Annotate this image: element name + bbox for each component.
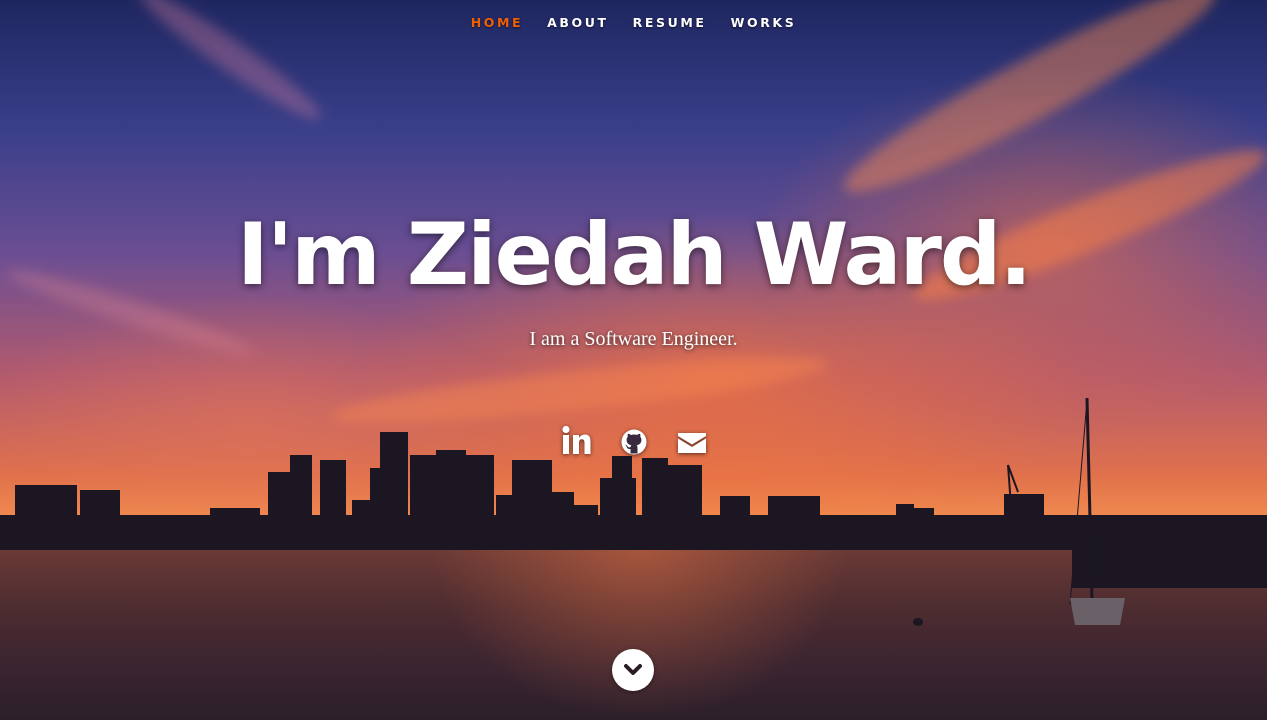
city-skyline (0, 397, 1267, 626)
email-link[interactable] (677, 425, 707, 459)
nav-item-home[interactable]: HOME (459, 0, 535, 46)
nav-item-works[interactable]: WORKS (719, 0, 809, 46)
banner-subtitle: I am a Software Engineer. (529, 328, 738, 350)
linkedin-icon (561, 425, 590, 454)
nav-item-resume[interactable]: RESUME (621, 0, 719, 46)
github-icon (621, 429, 646, 455)
hero-section: HOME ABOUT RESUME WORKS I'm Ziedah Ward.… (0, 0, 1267, 720)
banner-headline: I'm Ziedah Ward. (236, 205, 1032, 305)
scroll-down-button[interactable] (612, 649, 654, 691)
main-nav: HOME ABOUT RESUME WORKS (0, 0, 1267, 46)
linkedin-link[interactable] (561, 425, 591, 459)
nav-item-about[interactable]: ABOUT (535, 0, 621, 46)
envelope-icon (677, 433, 706, 453)
chevron-down-icon (624, 664, 642, 675)
github-link[interactable] (619, 425, 649, 459)
social-links (0, 425, 1267, 459)
